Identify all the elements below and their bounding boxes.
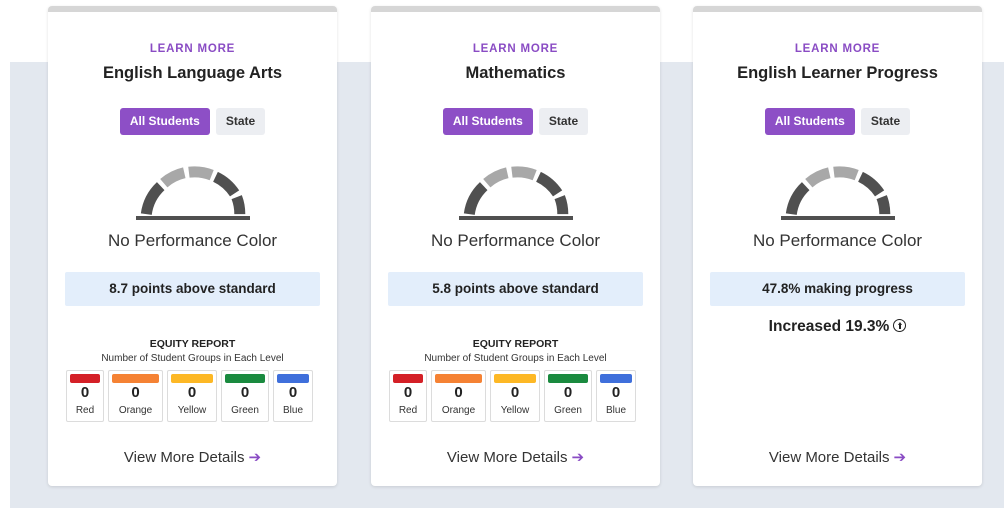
- level-count: 0: [403, 384, 413, 401]
- status-box: 47.8% making progress: [710, 272, 965, 306]
- equity-report-subtitle: Number of Student Groups in Each Level: [101, 353, 284, 364]
- level-count: 0: [240, 384, 250, 401]
- level-blue: 0 Blue: [273, 370, 313, 422]
- status-box: 8.7 points above standard: [65, 272, 320, 306]
- level-name: Red: [398, 405, 418, 416]
- performance-gauge-icon: [458, 166, 573, 220]
- change-indicator: Increased 19.3%: [693, 318, 982, 336]
- student-scope-toggle: All Students State: [48, 108, 337, 135]
- view-more-details-label: View More Details: [768, 449, 890, 466]
- level-name: Green: [554, 405, 582, 416]
- level-name: Yellow: [177, 405, 207, 416]
- performance-color-label: No Performance Color: [752, 231, 923, 250]
- level-name: Yellow: [500, 405, 530, 416]
- level-count: 0: [288, 384, 298, 401]
- card-english-language-arts: LEARN MORE English Language Arts All Stu…: [48, 6, 337, 486]
- state-button[interactable]: State: [215, 108, 266, 135]
- state-button[interactable]: State: [538, 108, 589, 135]
- view-more-details-label: View More Details: [123, 449, 245, 466]
- view-more-details-link[interactable]: View More Details ➔: [371, 448, 660, 466]
- equity-report-title: EQUITY REPORT: [149, 338, 236, 350]
- performance-color-label: No Performance Color: [430, 231, 601, 250]
- arrow-right-icon: ➔: [571, 449, 585, 466]
- level-orange: 0 Orange: [108, 370, 163, 422]
- learn-more-link[interactable]: LEARN MORE: [693, 43, 982, 55]
- level-green: 0 Green: [221, 370, 269, 422]
- performance-color-label: No Performance Color: [107, 231, 278, 250]
- card-title: English Learner Progress: [737, 64, 938, 82]
- view-more-details-link[interactable]: View More Details ➔: [693, 448, 982, 466]
- all-students-button[interactable]: All Students: [442, 108, 533, 135]
- level-yellow: 0 Yellow: [490, 370, 540, 422]
- card-title: English Language Arts: [102, 64, 283, 82]
- level-name: Green: [231, 405, 259, 416]
- level-count: 0: [80, 384, 90, 401]
- arrow-up-circle-icon: [893, 319, 907, 332]
- level-green: 0 Green: [544, 370, 592, 422]
- level-name: Orange: [441, 405, 476, 416]
- level-name: Blue: [605, 405, 626, 416]
- student-scope-toggle: All Students State: [371, 108, 660, 135]
- all-students-button[interactable]: All Students: [119, 108, 210, 135]
- level-red: 0 Red: [66, 370, 104, 422]
- level-count: 0: [510, 384, 520, 401]
- equity-levels: 0 Red 0 Orange 0 Yellow 0 Green 0 Blue: [66, 370, 313, 422]
- view-more-details-link[interactable]: View More Details ➔: [48, 448, 337, 466]
- equity-report-title: EQUITY REPORT: [472, 338, 559, 350]
- level-count: 0: [563, 384, 573, 401]
- arrow-right-icon: ➔: [248, 449, 262, 466]
- card-english-learner-progress: LEARN MORE English Learner Progress All …: [693, 6, 982, 486]
- level-name: Blue: [282, 405, 303, 416]
- state-button[interactable]: State: [860, 108, 911, 135]
- level-name: Red: [75, 405, 95, 416]
- change-label: Increased 19.3%: [768, 318, 890, 335]
- performance-gauge-icon: [135, 166, 250, 220]
- student-scope-toggle: All Students State: [693, 108, 982, 135]
- level-name: Orange: [118, 405, 153, 416]
- level-red: 0 Red: [389, 370, 427, 422]
- learn-more-link[interactable]: LEARN MORE: [371, 43, 660, 55]
- level-count: 0: [187, 384, 197, 401]
- level-orange: 0 Orange: [431, 370, 486, 422]
- card-mathematics: LEARN MORE Mathematics All Students Stat…: [371, 6, 660, 486]
- equity-levels: 0 Red 0 Orange 0 Yellow 0 Green 0 Blue: [389, 370, 636, 422]
- level-blue: 0 Blue: [596, 370, 636, 422]
- equity-report-subtitle: Number of Student Groups in Each Level: [424, 353, 607, 364]
- level-yellow: 0 Yellow: [167, 370, 217, 422]
- status-box: 5.8 points above standard: [388, 272, 643, 306]
- card-title: Mathematics: [465, 64, 566, 82]
- view-more-details-label: View More Details: [446, 449, 568, 466]
- performance-gauge-icon: [780, 166, 895, 220]
- level-count: 0: [454, 384, 463, 401]
- learn-more-link[interactable]: LEARN MORE: [48, 43, 337, 55]
- level-count: 0: [131, 384, 140, 401]
- arrow-right-icon: ➔: [893, 449, 907, 466]
- level-count: 0: [611, 384, 621, 401]
- all-students-button[interactable]: All Students: [764, 108, 855, 135]
